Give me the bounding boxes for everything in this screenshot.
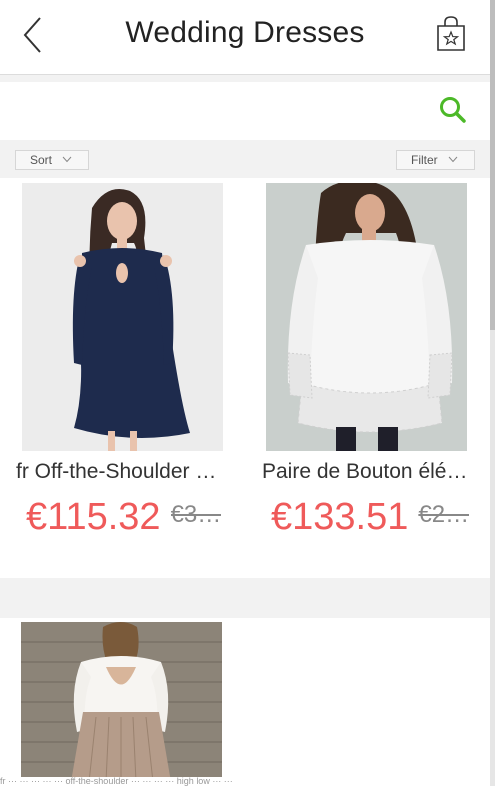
search-button[interactable] — [438, 95, 468, 125]
scrollbar-thumb[interactable] — [490, 0, 495, 330]
product-price: €133.51 — [271, 496, 409, 538]
page-title: Wedding Dresses — [125, 16, 365, 49]
product-image[interactable] — [22, 183, 223, 451]
search-icon — [440, 97, 466, 123]
price-row: €115.32 €3… — [26, 496, 226, 539]
product-photo — [266, 183, 467, 451]
product-card[interactable]: fr Off-the-Shoulder Dress €115.32 €3… — [0, 178, 245, 578]
shopping-bag-star-icon — [437, 16, 465, 51]
sort-filter-toolbar: Sort Filter — [0, 140, 490, 178]
footer-marquee-text: fr ··· ··· ··· ··· ··· off-the-shoulder … — [0, 777, 490, 786]
filter-button[interactable]: Filter — [396, 150, 475, 170]
product-card[interactable]: Paire de Bouton élégante €133.51 €2… — [245, 178, 490, 578]
search-bar — [0, 82, 490, 140]
product-price: €115.32 — [26, 496, 161, 538]
search-input[interactable] — [10, 90, 424, 132]
app-header: Wedding Dresses — [0, 0, 490, 75]
filter-label: Filter — [411, 153, 438, 167]
product-old-price: €2… — [418, 501, 470, 528]
product-card[interactable] — [0, 618, 245, 786]
product-image[interactable] — [266, 183, 467, 451]
shopping-bag-button[interactable] — [435, 16, 467, 52]
product-name[interactable]: Paire de Bouton élégante — [262, 460, 474, 484]
sort-button[interactable]: Sort — [15, 150, 89, 170]
chevron-down-icon — [62, 156, 72, 163]
product-name[interactable]: fr Off-the-Shoulder Dress — [16, 460, 228, 484]
product-old-price: €3… — [170, 501, 222, 528]
product-grid-row — [0, 618, 490, 786]
product-image[interactable] — [21, 622, 222, 782]
sort-label: Sort — [30, 153, 53, 167]
product-photo — [21, 622, 222, 782]
price-row: €133.51 €2… — [271, 496, 471, 539]
chevron-down-icon — [448, 156, 458, 163]
product-photo — [22, 183, 223, 451]
product-grid-row: fr Off-the-Shoulder Dress €115.32 €3… Pai… — [0, 178, 490, 578]
